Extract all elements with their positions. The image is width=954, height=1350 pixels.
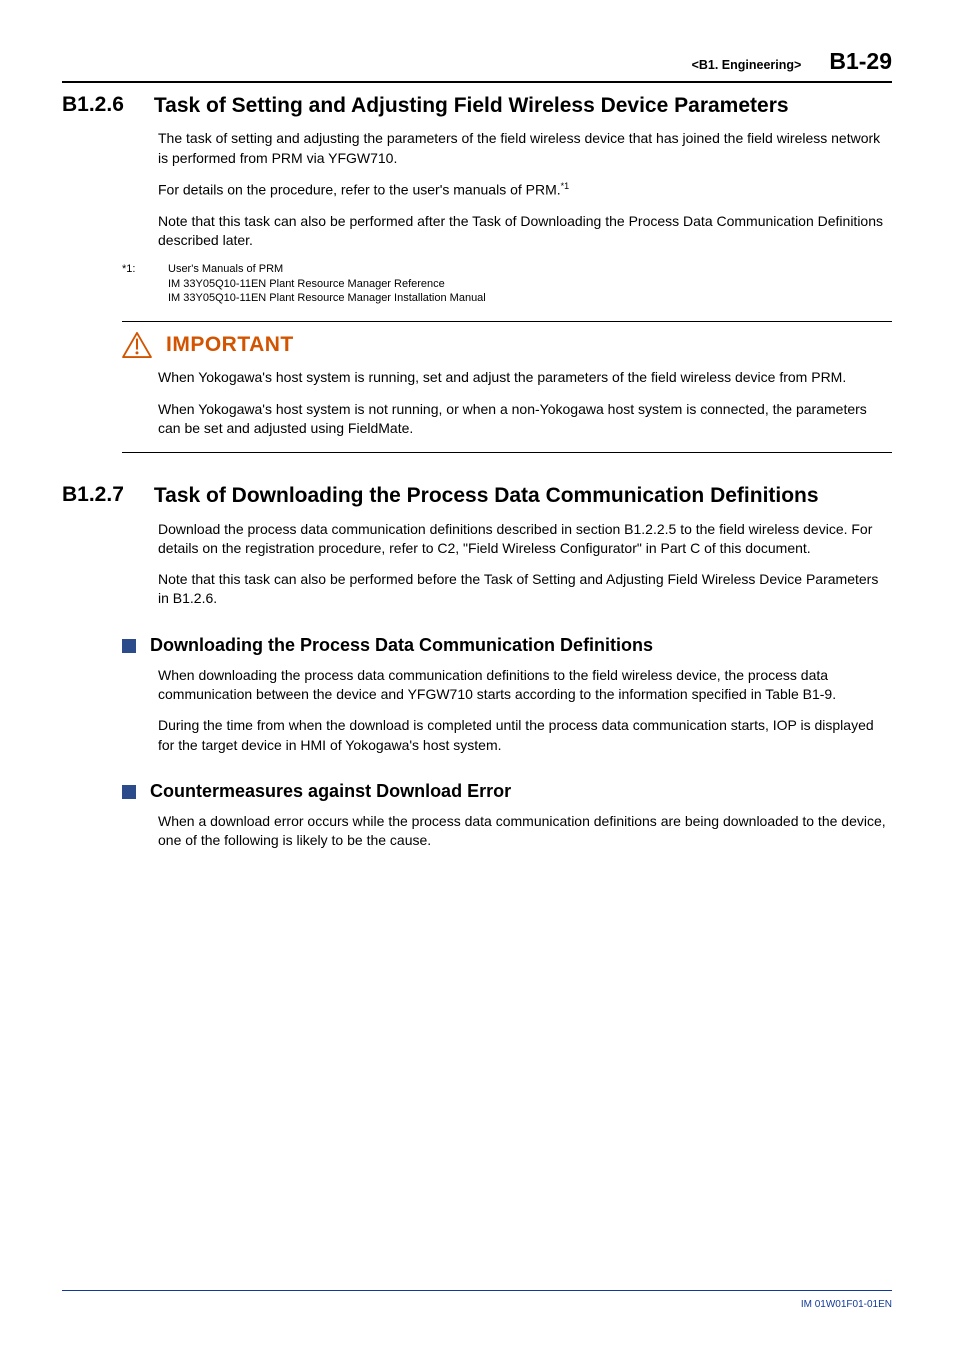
subsection-heading-countermeasures: Countermeasures against Download Error xyxy=(62,781,892,802)
section-number: B1.2.7 xyxy=(62,483,124,507)
footer-rule xyxy=(62,1290,892,1291)
body-text: When Yokogawa's host system is running, … xyxy=(158,368,892,387)
body-text: Note that this task can also be performe… xyxy=(158,570,892,609)
footer-doc-id: IM 01W01F01-01EN xyxy=(62,1299,892,1310)
important-heading: IMPORTANT xyxy=(122,332,892,358)
section-heading-b126: B1.2.6 Task of Setting and Adjusting Fie… xyxy=(62,93,892,119)
square-bullet-icon xyxy=(122,785,136,799)
section-title: Task of Setting and Adjusting Field Wire… xyxy=(154,93,789,119)
subsection-title: Countermeasures against Download Error xyxy=(150,781,511,802)
header-rule xyxy=(62,81,892,83)
footnote-ref: *1 xyxy=(561,181,570,191)
callout-rule-top xyxy=(122,321,892,322)
section-heading-b127: B1.2.7 Task of Downloading the Process D… xyxy=(62,483,892,509)
body-text: Note that this task can also be performe… xyxy=(158,212,892,251)
important-label: IMPORTANT xyxy=(166,333,294,357)
body-text: When Yokogawa's host system is not runni… xyxy=(158,400,892,439)
subsection-title: Downloading the Process Data Communicati… xyxy=(150,635,653,656)
footnote: *1: User's Manuals of PRM IM 33Y05Q10-11… xyxy=(122,262,892,305)
body-text: Download the process data communication … xyxy=(158,520,892,559)
footnote-line: User's Manuals of PRM xyxy=(168,262,892,276)
section-title: Task of Downloading the Process Data Com… xyxy=(154,483,819,509)
page-number: B1-29 xyxy=(829,48,892,75)
body-text: When a download error occurs while the p… xyxy=(158,812,892,851)
section-number: B1.2.6 xyxy=(62,93,124,117)
page-footer: IM 01W01F01-01EN xyxy=(62,1290,892,1310)
footnote-line: IM 33Y05Q10-11EN Plant Resource Manager … xyxy=(168,291,892,305)
body-text: When downloading the process data commun… xyxy=(158,666,892,705)
body-text: For details on the procedure, refer to t… xyxy=(158,180,892,200)
footnote-label: *1: xyxy=(122,262,146,305)
body-text-inline: For details on the procedure, refer to t… xyxy=(158,182,561,198)
breadcrumb: <B1. Engineering> xyxy=(692,58,802,72)
subsection-heading-downloading: Downloading the Process Data Communicati… xyxy=(62,635,892,656)
body-text: During the time from when the download i… xyxy=(158,716,892,755)
warning-icon xyxy=(122,332,152,358)
body-text: The task of setting and adjusting the pa… xyxy=(158,129,892,168)
square-bullet-icon xyxy=(122,639,136,653)
footnote-line: IM 33Y05Q10-11EN Plant Resource Manager … xyxy=(168,277,892,291)
callout-rule-bottom xyxy=(122,452,892,453)
